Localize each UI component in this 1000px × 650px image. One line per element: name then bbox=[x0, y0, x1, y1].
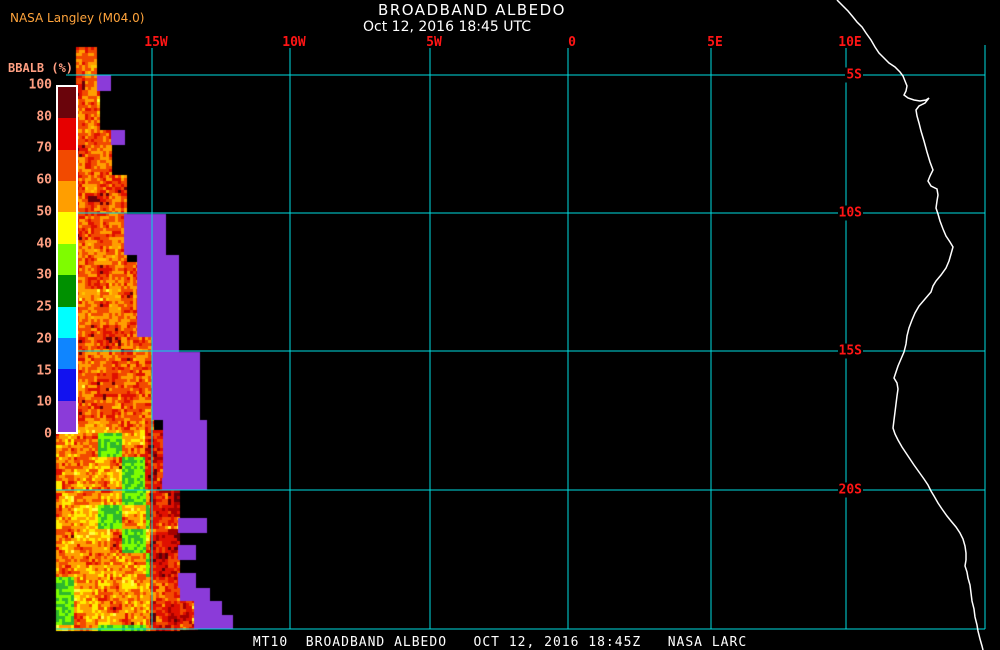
longitude-tick-label: 5W bbox=[426, 35, 442, 50]
colorbar-tick-label: 0 bbox=[44, 426, 52, 442]
colorbar bbox=[56, 85, 78, 434]
colorbar-segment bbox=[58, 400, 76, 432]
coastline bbox=[836, 0, 984, 650]
colorbar-segment bbox=[58, 337, 76, 370]
latitude-tick-label: 15S bbox=[837, 343, 863, 359]
colorbar-segment bbox=[58, 306, 76, 338]
footer-caption: MT10 BROADBAND ALBEDO OCT 12, 2016 18:45… bbox=[252, 635, 748, 650]
colorbar-tick-label: 100 bbox=[28, 77, 52, 93]
longitude-tick-label: 10E bbox=[838, 35, 862, 50]
colorbar-title: BBALB (%) bbox=[8, 61, 74, 75]
longitude-tick-label: 15W bbox=[144, 35, 168, 50]
colorbar-segment bbox=[58, 149, 76, 182]
page-title: BROADBAND ALBEDO bbox=[378, 1, 566, 19]
colorbar-tick-label: 30 bbox=[36, 267, 52, 283]
colorbar-tick-label: 15 bbox=[36, 363, 52, 379]
source-label: NASA Langley (M04.0) bbox=[10, 11, 145, 25]
longitude-tick-label: 10W bbox=[282, 35, 306, 50]
latitude-tick-label: 20S bbox=[837, 482, 863, 498]
broadband-albedo-viewer: NASA Langley (M04.0) BROADBAND ALBEDO Oc… bbox=[0, 0, 1000, 650]
timestamp-subtitle: Oct 12, 2016 18:45 UTC bbox=[363, 19, 531, 35]
colorbar-segment bbox=[58, 212, 76, 244]
colorbar-tick-label: 60 bbox=[36, 172, 52, 188]
colorbar-segment bbox=[58, 118, 76, 150]
colorbar-tick-label: 50 bbox=[36, 204, 52, 220]
map-grid-coastline-layer bbox=[56, 0, 986, 650]
colorbar-tick-label: 80 bbox=[36, 109, 52, 125]
colorbar-segment bbox=[58, 369, 76, 401]
colorbar-tick-label: 40 bbox=[36, 236, 52, 252]
longitude-tick-label: 5E bbox=[707, 35, 723, 50]
colorbar-segment bbox=[58, 275, 76, 307]
latitude-tick-label: 5S bbox=[845, 67, 863, 83]
colorbar-tick-label: 70 bbox=[36, 140, 52, 156]
longitude-tick-label: 0 bbox=[568, 35, 576, 50]
colorbar-segment bbox=[58, 243, 76, 276]
colorbar-segment bbox=[58, 181, 76, 213]
latitude-tick-label: 10S bbox=[837, 205, 863, 221]
colorbar-tick-label: 25 bbox=[36, 299, 52, 315]
colorbar-segment bbox=[58, 87, 76, 119]
colorbar-tick-label: 20 bbox=[36, 331, 52, 347]
colorbar-tick-label: 10 bbox=[36, 394, 52, 410]
